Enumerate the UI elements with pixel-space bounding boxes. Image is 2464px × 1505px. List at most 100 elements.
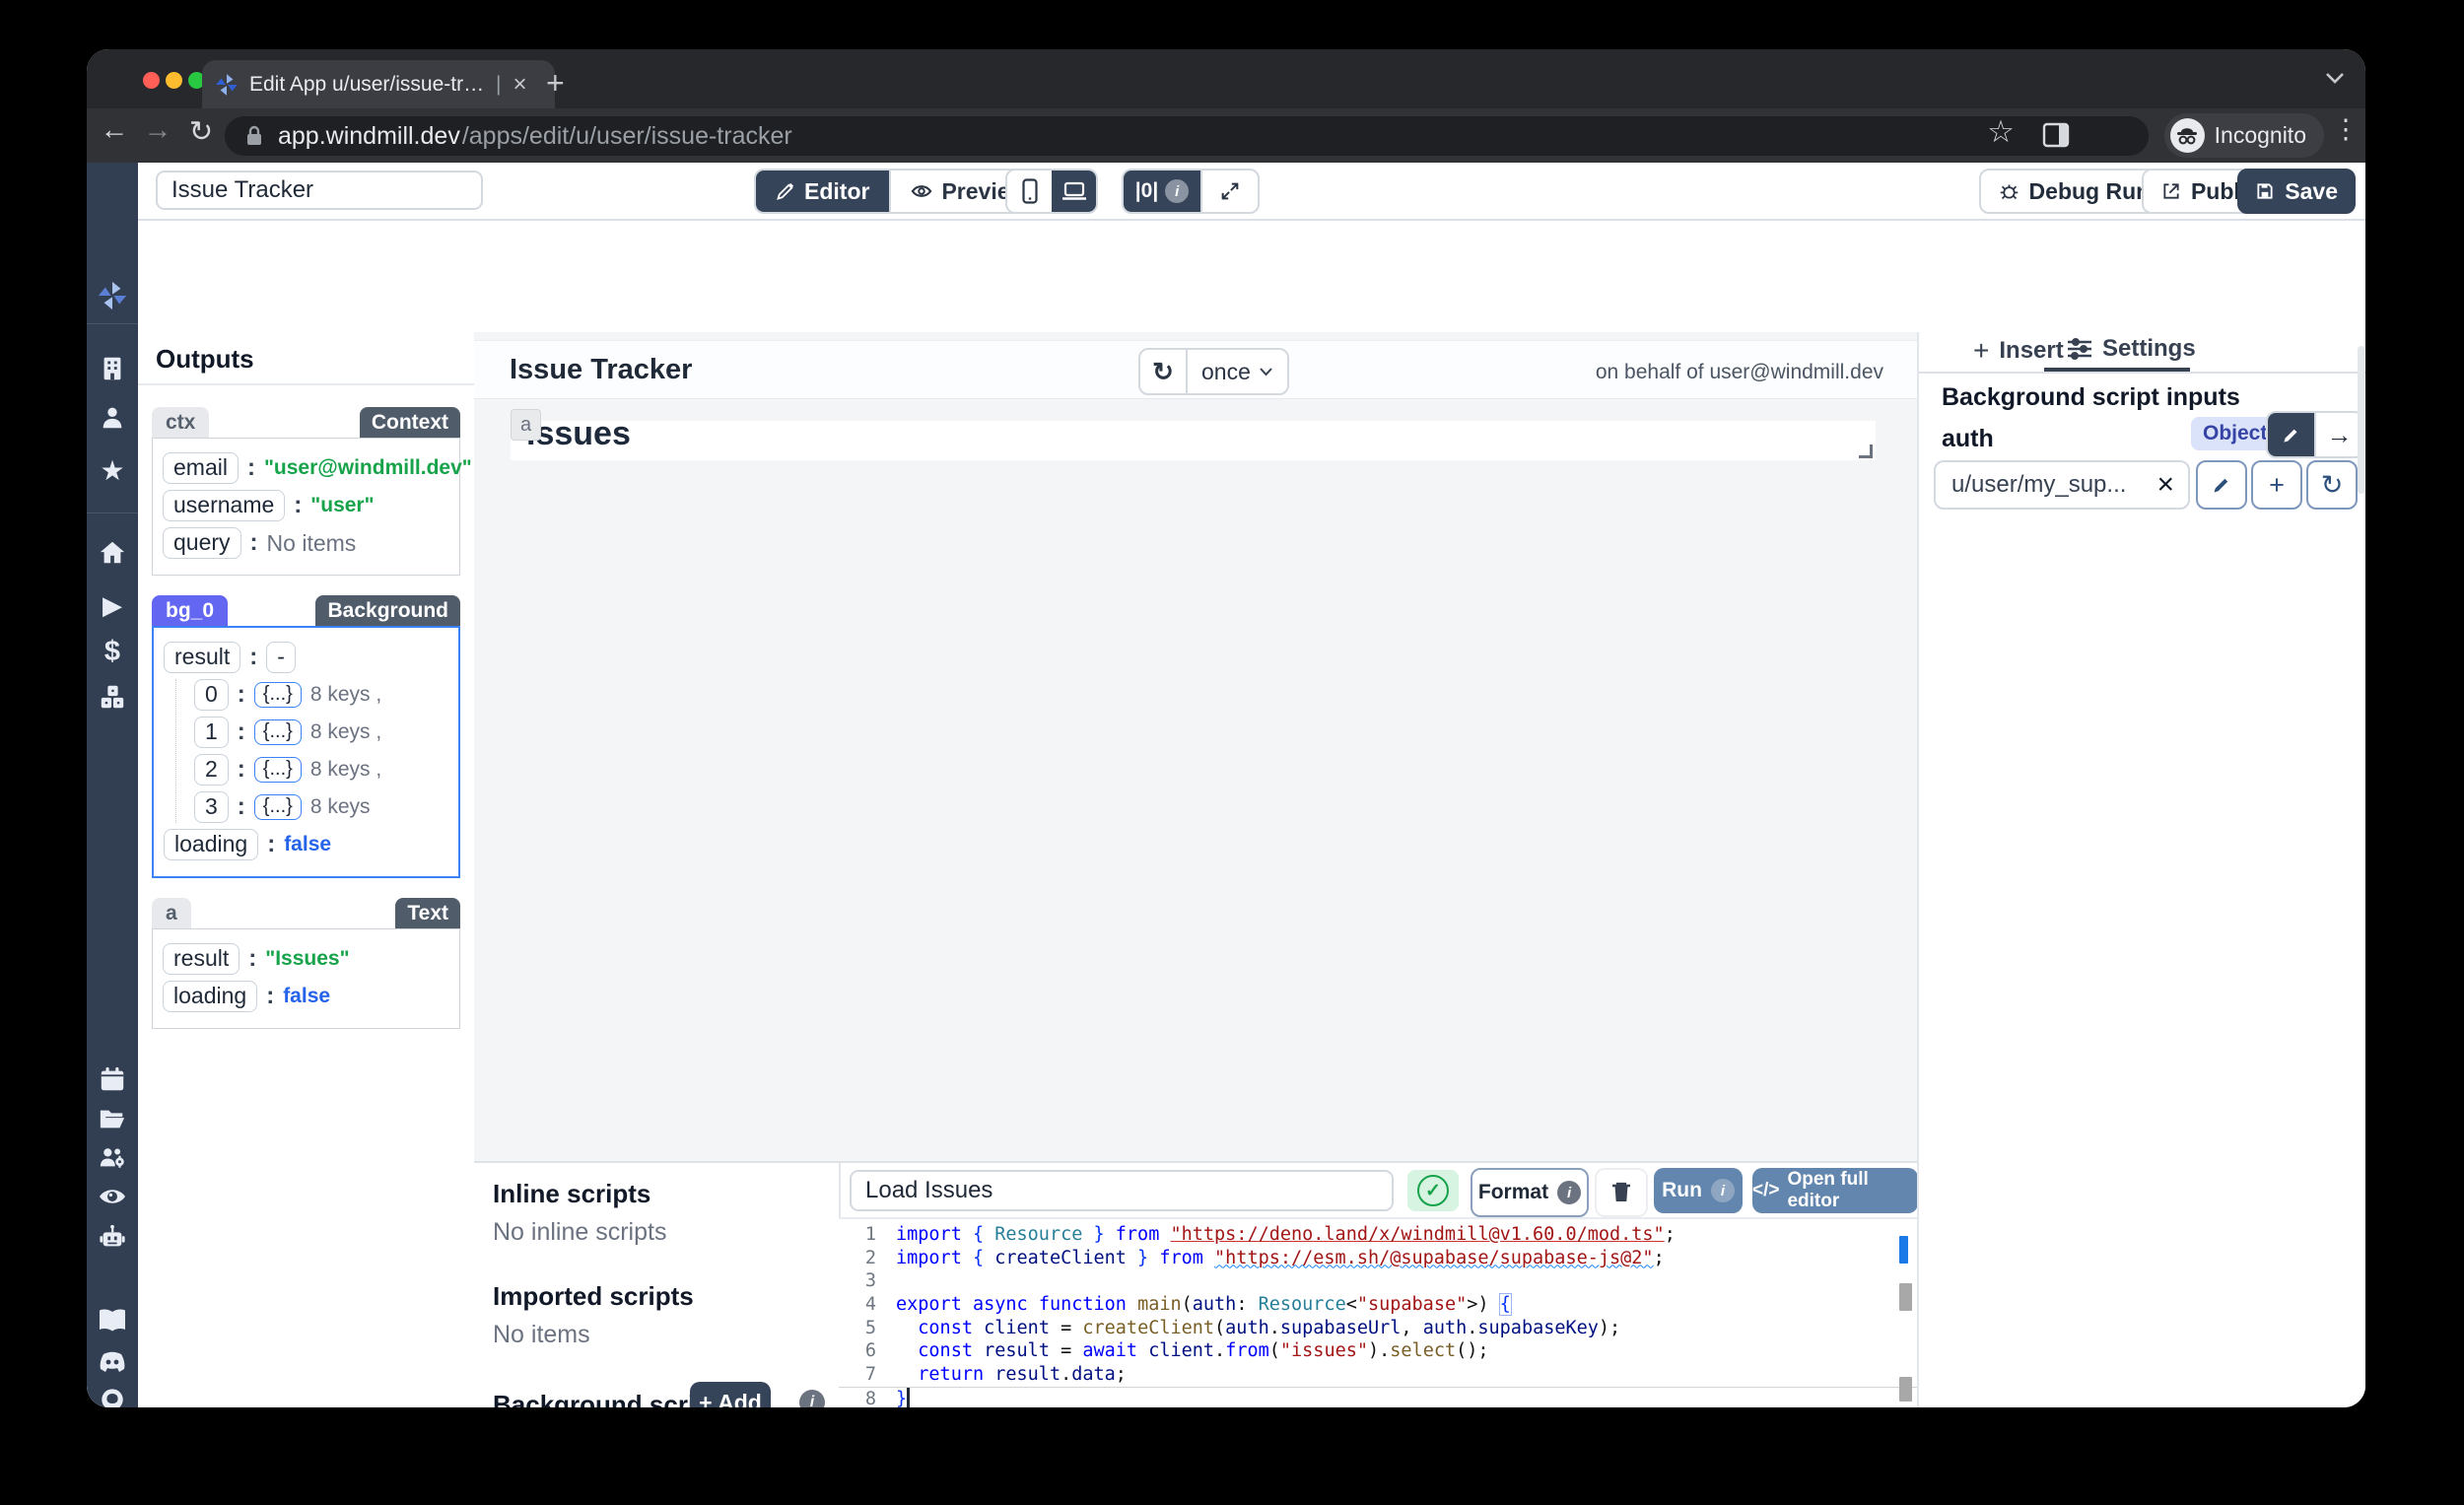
line-number: 5 [839, 1317, 896, 1340]
tab-title-separator: | [496, 73, 501, 97]
sidebar-item-home-icon[interactable] [87, 539, 138, 567]
output-section-tab[interactable]: bg_0 [152, 595, 228, 626]
static-value-mode-button[interactable] [2268, 413, 2314, 456]
settings-tab[interactable]: Settings [2067, 335, 2196, 363]
url-host: app.windmill.dev [278, 122, 460, 151]
output-section-tab[interactable]: a [152, 898, 191, 928]
forward-icon[interactable]: → [138, 114, 177, 147]
colon: : [238, 718, 245, 746]
resource-picker-input[interactable]: u/user/my_sup... × [1934, 460, 2190, 510]
run-button[interactable]: Run i [1654, 1168, 1743, 1213]
code-token: { [973, 1224, 984, 1245]
clear-resource-icon[interactable]: × [2156, 468, 2174, 502]
code-token: from [1159, 1248, 1203, 1268]
tab-close-icon[interactable]: × [513, 71, 526, 99]
format-button[interactable]: Format i [1471, 1168, 1589, 1217]
settings-panel-tabs: + Insert Settings [1919, 332, 2365, 374]
windmill-logo-icon[interactable] [87, 279, 138, 312]
colon: : [248, 945, 256, 973]
connect-output-mode-button[interactable]: → [2314, 413, 2362, 456]
mobile-view-button[interactable] [1007, 171, 1052, 212]
sidebar-item-groups-gear-icon[interactable] [87, 1144, 138, 1172]
sidebar-item-discord-icon[interactable] [87, 1351, 138, 1375]
expand-object-pill[interactable]: {...} [254, 719, 302, 745]
code-line-content: export async function main(auth: Resourc… [896, 1293, 1511, 1317]
code-token: >) [1467, 1294, 1499, 1315]
auth-input-mode-toggle: → [2266, 411, 2364, 458]
expand-canvas-button[interactable] [1200, 171, 1258, 212]
close-window-button[interactable] [143, 72, 160, 89]
open-full-editor-button[interactable]: </> Open full editor [1752, 1168, 1918, 1213]
browser-menu-kebab-icon[interactable]: ⋮ [2326, 114, 2365, 145]
sidebar-item-github-icon[interactable] [87, 1387, 138, 1407]
debug-console-button[interactable]: |0| i [1124, 171, 1200, 212]
line-number: 3 [839, 1269, 896, 1293]
sidebar-item-schedules-calendar-icon[interactable] [87, 1065, 138, 1093]
url-bar[interactable]: app.windmill.dev/apps/edit/u/user/issue-… [225, 116, 2149, 156]
side-panel-icon[interactable] [2042, 122, 2070, 148]
text-component[interactable]: Issues [511, 421, 1876, 460]
sidebar-item-favorites-star-icon[interactable]: ★ [87, 454, 138, 487]
output-key-pill: username [163, 490, 285, 521]
refresh-resource-button[interactable]: ↻ [2306, 460, 2358, 510]
app-canvas[interactable]: Issue Tracker ↻ once on behalf of user@w… [474, 332, 1917, 1407]
code-token [896, 1364, 918, 1385]
sidebar-item-audit-eye-icon[interactable] [87, 1184, 138, 1209]
desktop-view-button[interactable] [1052, 171, 1096, 212]
code-token: Resource [1259, 1294, 1346, 1315]
editor-scrollbar-thumb[interactable] [1899, 1283, 1912, 1311]
add-background-script-button[interactable]: + Add [690, 1382, 771, 1407]
output-row: username:"user" [163, 490, 451, 521]
outputs-body: ctxContextemail:"user@windmill.dev"usern… [138, 387, 474, 1029]
code-line-content: import { Resource } from "https://deno.l… [896, 1223, 1676, 1247]
code-token: main [1137, 1294, 1182, 1315]
sidebar-item-folders-icon[interactable] [87, 1105, 138, 1132]
new-tab-button[interactable]: + [546, 67, 565, 99]
code-token: client [1148, 1340, 1214, 1361]
expand-object-pill[interactable]: {...} [254, 757, 302, 783]
code-token: const [918, 1318, 973, 1338]
reload-icon[interactable]: ↻ [181, 114, 221, 149]
code-editor[interactable]: 1import { Resource } from "https://deno.… [839, 1219, 1917, 1407]
editor-tab[interactable]: Editor [756, 171, 889, 212]
edit-resource-button[interactable] [2196, 460, 2247, 510]
output-children: 0:{...}8 keys ,1:{...}8 keys ,2:{...}8 k… [175, 679, 450, 823]
resource-value: u/user/my_sup... [1951, 471, 2156, 499]
sidebar-item-docs-book-icon[interactable] [87, 1308, 138, 1334]
run-shortcut-badge-icon: i [1711, 1179, 1735, 1202]
minimize-window-button[interactable] [166, 72, 182, 89]
code-line-content: const client = createClient(auth.supabas… [896, 1317, 1620, 1340]
expand-object-pill[interactable]: {...} [254, 794, 302, 820]
add-resource-button[interactable]: + [2251, 460, 2302, 510]
settings-scrollbar[interactable] [2358, 346, 2364, 494]
insert-tab[interactable]: + Insert [1973, 335, 2064, 367]
sidebar-item-workers-robot-icon[interactable] [87, 1223, 138, 1251]
tab-search-chevron-icon[interactable] [2324, 71, 2346, 85]
sidebar-item-user-icon[interactable] [87, 403, 138, 431]
code-line: 6 const result = await client.from("issu… [839, 1339, 1917, 1363]
sidebar-item-workspace-building-icon[interactable] [87, 355, 138, 382]
colon: : [249, 644, 257, 671]
collapse-pill[interactable]: - [266, 642, 296, 673]
refresh-interval-dropdown[interactable]: once [1186, 350, 1287, 393]
save-button[interactable]: Save [2237, 169, 2356, 214]
line-number: 7 [839, 1363, 896, 1387]
browser-tab[interactable]: Edit App u/user/issue-tracker | × [202, 60, 555, 108]
resize-grip-icon[interactable] [1859, 445, 1873, 458]
code-token [1105, 1224, 1116, 1245]
sidebar-item-runs-play-icon[interactable]: ▶ [87, 590, 138, 621]
code-token [984, 1364, 994, 1385]
sidebar-item-variables-dollar-icon[interactable]: $ [87, 636, 138, 668]
script-name-input[interactable] [850, 1170, 1394, 1211]
delete-script-button[interactable] [1595, 1168, 1648, 1217]
output-section-tab[interactable]: ctx [152, 407, 209, 438]
code-token: { [973, 1248, 984, 1268]
sidebar-item-resources-boxes-icon[interactable] [87, 683, 138, 711]
back-icon[interactable]: ← [95, 114, 134, 147]
refresh-icon[interactable]: ↻ [1140, 350, 1186, 393]
expand-object-pill[interactable]: {...} [254, 682, 302, 708]
editor-scrollbar-thumb[interactable] [1899, 1377, 1912, 1402]
bookmark-star-icon[interactable]: ☆ [1981, 114, 2020, 150]
code-line: 2import { createClient } from "https://e… [839, 1247, 1917, 1270]
app-name-input[interactable] [156, 171, 483, 210]
